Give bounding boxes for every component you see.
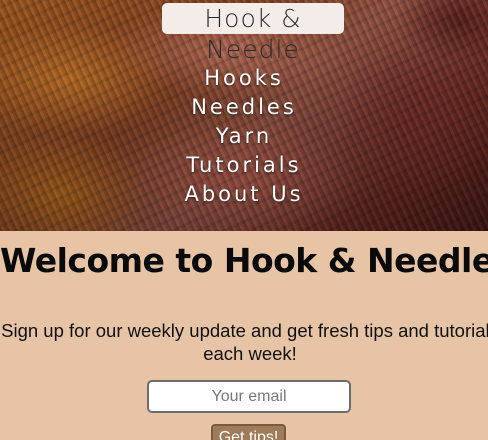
main-nav: Hooks Needles Yarn Tutorials About Us — [0, 64, 488, 209]
get-tips-button[interactable]: Get tips! — [211, 424, 286, 440]
signup-text-line-2: each week! — [203, 343, 297, 364]
nav-link-tutorials[interactable]: Tutorials — [0, 151, 488, 180]
nav-link-about-us[interactable]: About Us — [0, 180, 488, 209]
nav-link-hooks[interactable]: Hooks — [0, 64, 488, 93]
signup-text-line-1: Sign up for our weekly update and get fr… — [1, 320, 488, 341]
email-input[interactable] — [147, 380, 351, 413]
nav-link-needles[interactable]: Needles — [0, 93, 488, 122]
page-title: Welcome to Hook & Needle! — [0, 241, 488, 280]
nav-link-yarn[interactable]: Yarn — [0, 122, 488, 151]
signup-description: Sign up for our weekly update and get fr… — [0, 319, 488, 365]
hero-banner: Hook & Needle Hooks Needles Yarn Tutoria… — [0, 0, 488, 231]
site-logo[interactable]: Hook & Needle — [162, 3, 344, 64]
